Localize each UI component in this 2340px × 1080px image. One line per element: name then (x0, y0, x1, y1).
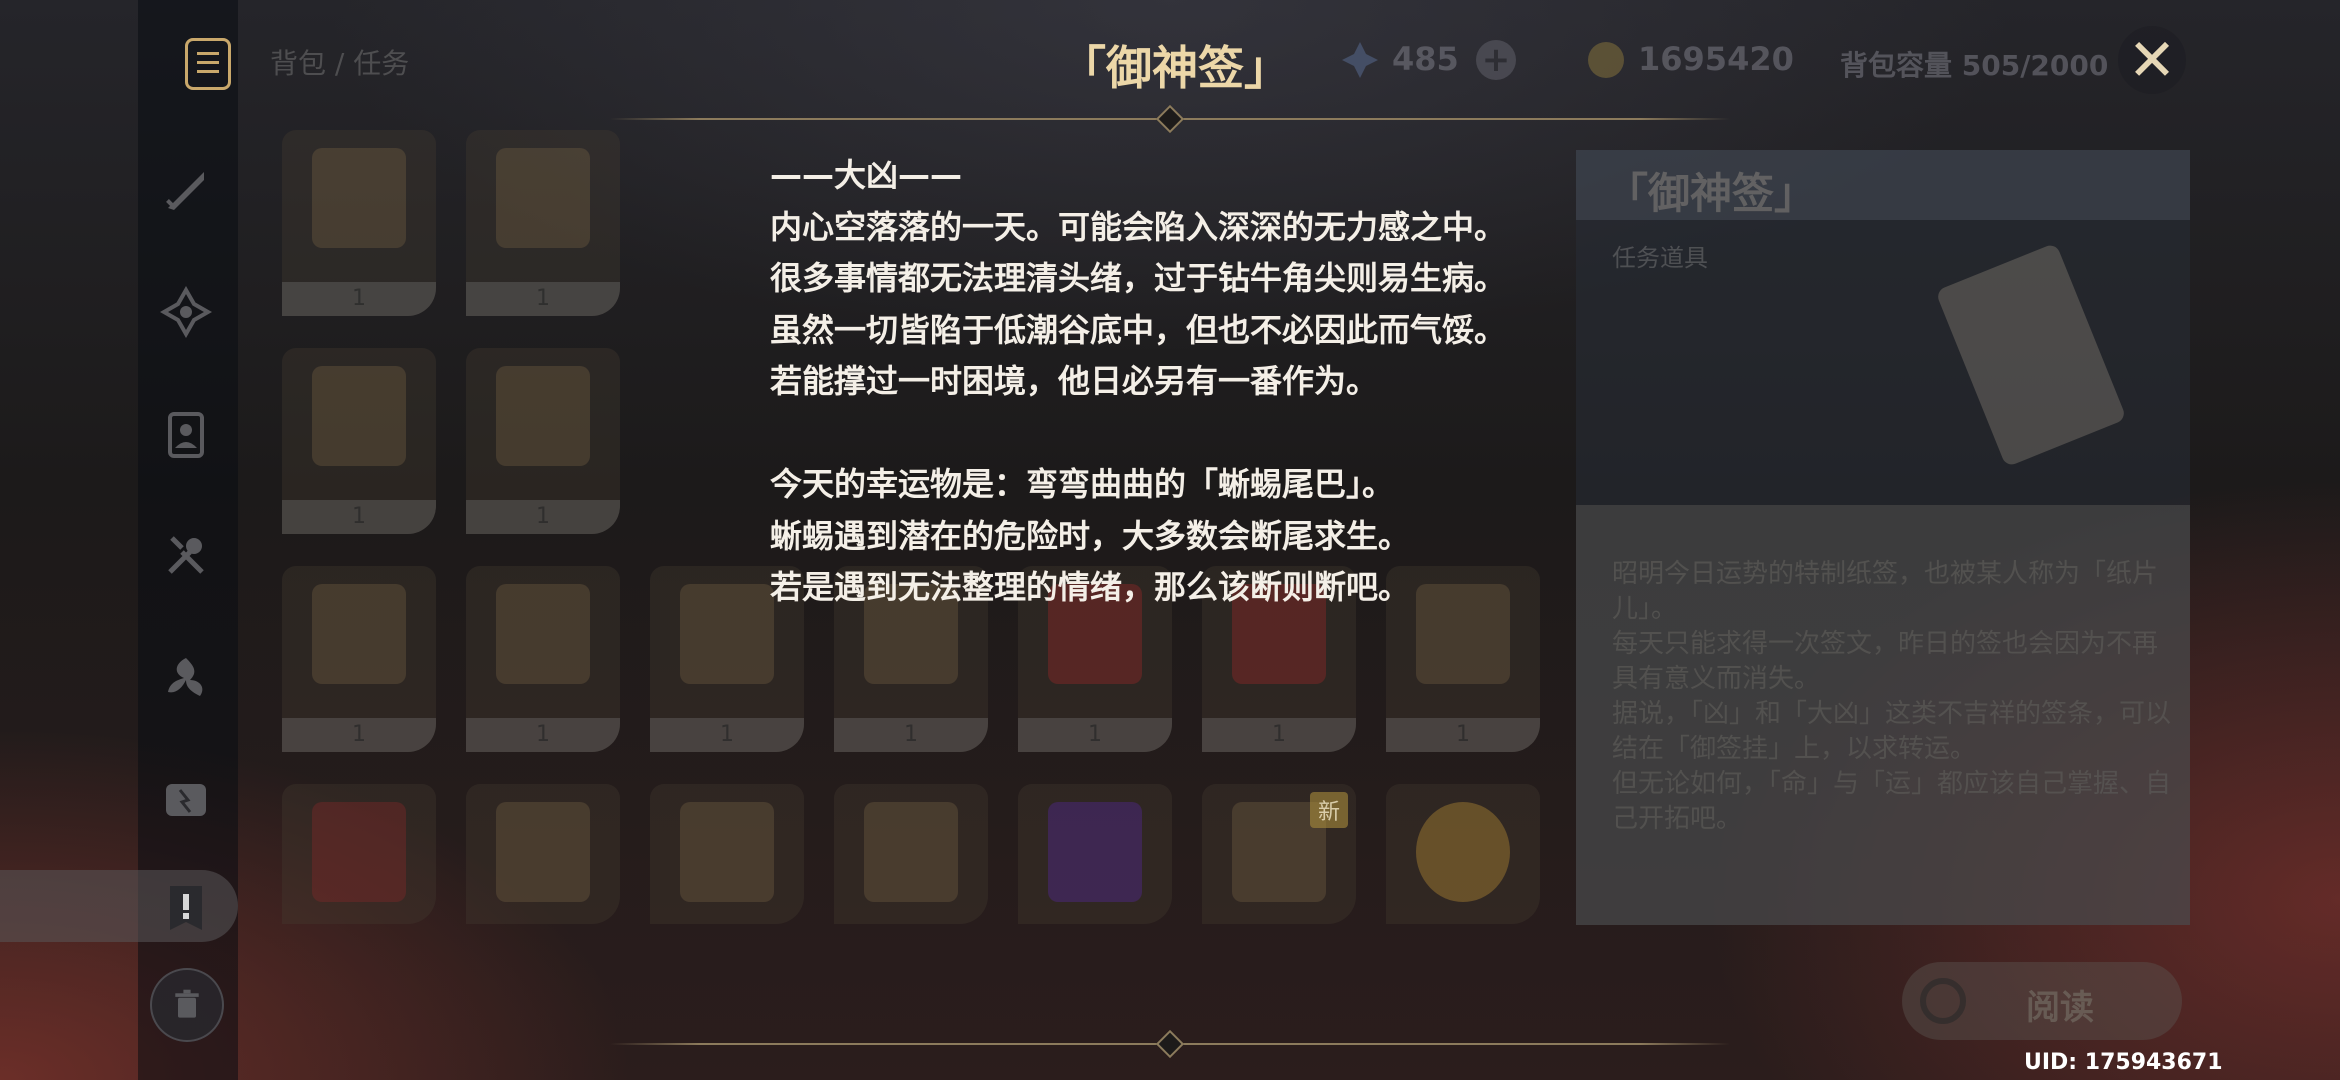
item-slot[interactable]: 1 (282, 566, 436, 752)
item-count: 1 (466, 500, 620, 534)
item-image (496, 584, 590, 684)
fortune-rank: ——大凶—— (770, 156, 963, 194)
player-uid: UID: 175943671 (2024, 1050, 2223, 1075)
item-slot[interactable]: 1 (466, 348, 620, 534)
item-count: 1 (650, 718, 804, 752)
fortune-line: 蜥蜴遇到潜在的危险时，大多数会断尾求生。 (770, 516, 1411, 555)
read-button-label: 阅读 (2026, 988, 2094, 1028)
fortune-spacer (770, 408, 1600, 460)
item-slot[interactable] (834, 784, 988, 924)
item-image (864, 802, 958, 902)
detail-body: 昭明今日运势的特制纸签，也被某人称为「纸片儿」。 每天只能求得一次签文，昨日的签… (1576, 505, 2190, 925)
delete-button[interactable] (150, 968, 224, 1042)
item-count: 1 (466, 282, 620, 316)
fortune-text: ——大凶—— 内心空落落的一天。可能会陷入深深的无力感之中。 很多事情都无法理清… (770, 150, 1600, 614)
item-count: 1 (834, 718, 988, 752)
item-image (1416, 802, 1510, 902)
artifact-tab-icon[interactable] (158, 284, 214, 340)
add-primogem-button[interactable]: + (1476, 40, 1516, 80)
item-slot[interactable] (466, 784, 620, 924)
item-image (496, 802, 590, 902)
fortune-line: 内心空落落的一天。可能会陷入深深的无力感之中。 (770, 207, 1507, 246)
item-count: 1 (282, 282, 436, 316)
item-count: 1 (1202, 718, 1356, 752)
primogem-count: 485 (1392, 40, 1459, 78)
breadcrumb: 背包 / 任务 (270, 47, 410, 80)
item-slot[interactable]: 新 (1202, 784, 1356, 924)
fortune-line: 很多事情都无法理清头绪，过于钻牛角尖则易生病。 (770, 259, 1507, 297)
item-slot[interactable]: 1 (466, 566, 620, 752)
item-count: 1 (466, 718, 620, 752)
description-line: 每天只能求得一次签文，昨日的签也会因为不再具有意义而消失。 (1612, 629, 2159, 694)
gadget-tab-icon[interactable] (158, 772, 214, 828)
item-image (312, 584, 406, 684)
item-image (312, 802, 406, 902)
description-line: 昭明今日运势的特制纸签，也被某人称为「纸片儿」。 (1612, 559, 2159, 624)
new-badge: 新 (1309, 792, 1348, 828)
item-count: 1 (1386, 718, 1540, 752)
item-slot[interactable] (1386, 784, 1540, 924)
plus-icon: + (1481, 40, 1511, 80)
weapon-tab-icon[interactable] (158, 162, 214, 218)
item-type: 任务道具 (1612, 244, 1708, 272)
lucky-item-line: 今天的幸运物是：弯弯曲曲的「蜥蜴尾巴」。 (770, 465, 1395, 503)
trash-icon (175, 989, 199, 1018)
item-image (312, 148, 406, 248)
item-slot[interactable]: 1 (466, 130, 620, 316)
close-icon: ✕ (2127, 26, 2177, 94)
character-material-tab-icon[interactable] (158, 406, 214, 462)
item-image (496, 366, 590, 466)
close-button[interactable]: ✕ (2118, 26, 2186, 94)
item-image (496, 148, 590, 248)
mora-count: 1695420 (1638, 40, 1794, 78)
item-image (1048, 802, 1142, 902)
inventory-capacity: 背包容量 505/2000 (1840, 49, 2109, 82)
quest-tab-icon[interactable] (158, 880, 214, 936)
item-slot[interactable]: 1 (282, 348, 436, 534)
primogem-icon (1340, 40, 1380, 80)
fortune-slip-image (1935, 242, 2127, 468)
item-detail-panel: 「御神签」 任务道具 昭明今日运势的特制纸签，也被某人称为「纸片儿」。 每天只能… (1576, 150, 2190, 925)
item-image (680, 802, 774, 902)
fortune-line: 虽然一切皆陷于低潮谷底中，但也不必因此而气馁。 (770, 310, 1507, 349)
read-button[interactable]: 阅读 (1902, 962, 2182, 1040)
item-count: 1 (282, 500, 436, 534)
description-line: 但无论如何，「命」与「运」都应该自己掌握、自己开拓吧。 (1612, 769, 2172, 834)
item-count: 1 (282, 718, 436, 752)
item-count: 1 (1018, 718, 1172, 752)
item-slot[interactable] (650, 784, 804, 924)
fortune-line: 若能撑过一时困境，他日必另有一番作为。 (770, 362, 1379, 400)
inventory-list-icon[interactable] (185, 38, 231, 90)
item-slot[interactable]: 1 (282, 130, 436, 316)
circle-icon (1920, 978, 1966, 1024)
item-slot[interactable] (282, 784, 436, 924)
item-slot[interactable] (1018, 784, 1172, 924)
page-title: 「御神签」 (1060, 41, 1290, 95)
detail-header: 「御神签」 (1576, 150, 2190, 220)
food-tab-icon[interactable] (158, 528, 214, 584)
item-image (680, 584, 774, 684)
fortune-line: 若是遇到无法整理的情绪，那么该断则断吧。 (770, 568, 1411, 606)
mora-icon (1588, 42, 1624, 78)
material-tab-icon[interactable] (158, 650, 214, 706)
item-image (312, 366, 406, 466)
item-description: 昭明今日运势的特制纸签，也被某人称为「纸片儿」。 每天只能求得一次签文，昨日的签… (1612, 557, 2172, 837)
detail-title: 「御神签」 (1606, 169, 1817, 218)
description-line: 据说，「凶」和「大凶」这类不吉祥的签条，可以结在「御签挂」上，以求转运。 (1612, 699, 2172, 764)
